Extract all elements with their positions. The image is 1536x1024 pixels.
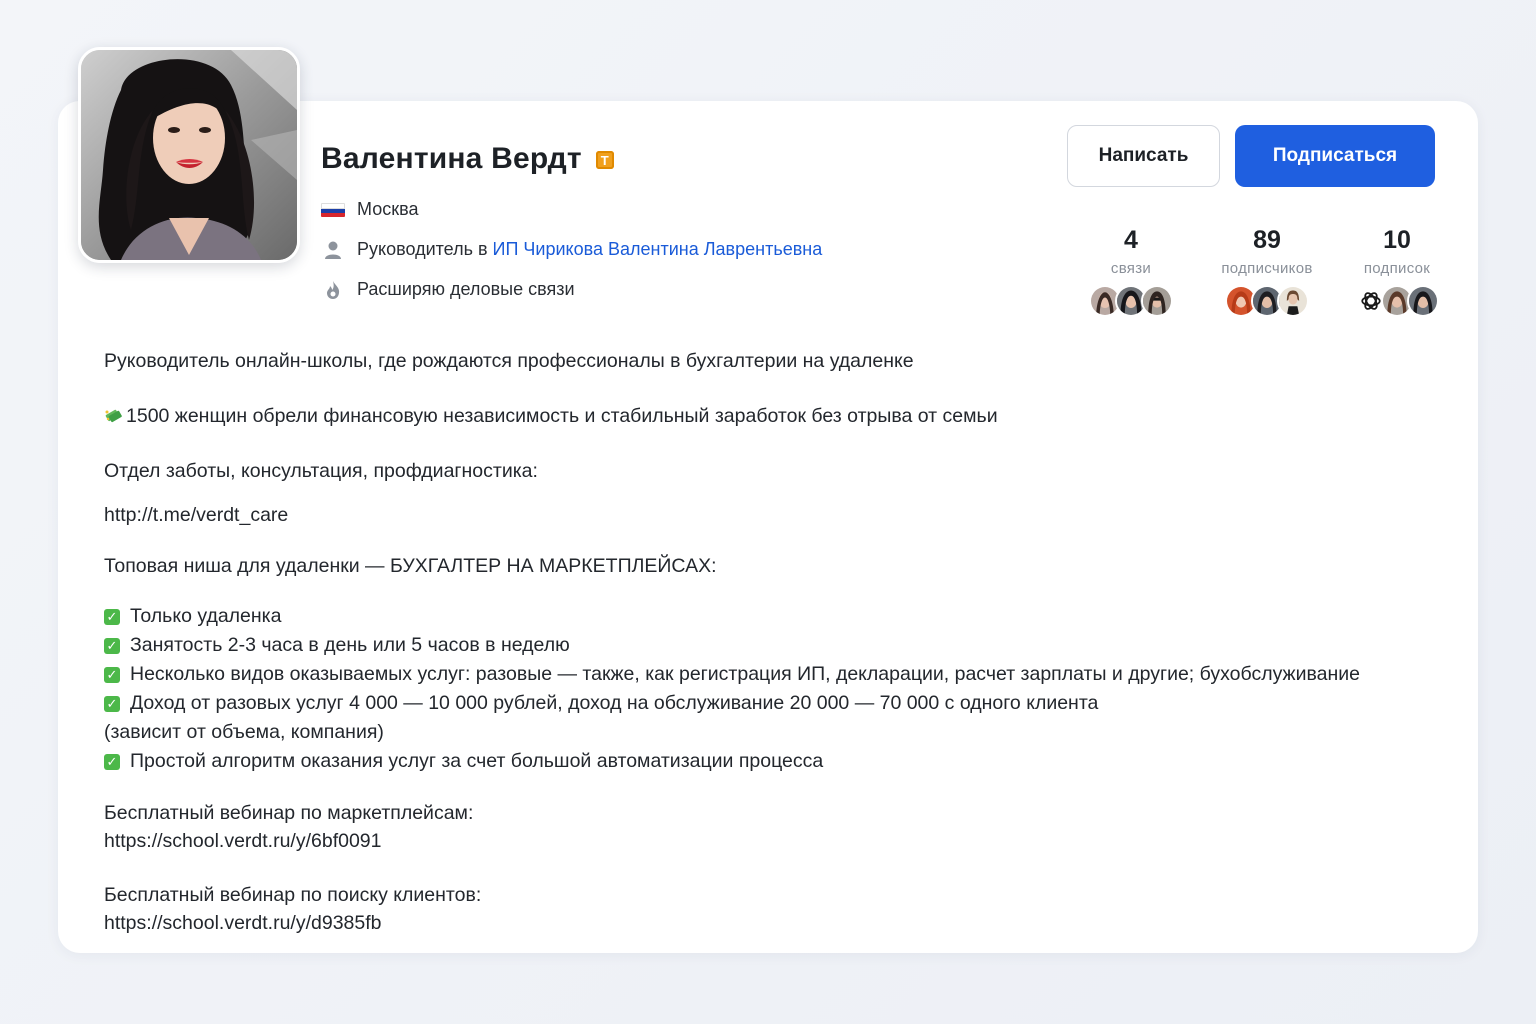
stat-subscriptions-value: 10 xyxy=(1383,226,1411,254)
checkmark-icon: ✓ xyxy=(104,696,120,712)
care-link[interactable]: http://t.me/verdt_care xyxy=(104,504,288,527)
stat-subscriptions[interactable]: 10 подписок xyxy=(1332,224,1462,317)
stat-followers-value: 89 xyxy=(1253,226,1281,254)
checkmark-icon: ✓ xyxy=(104,754,120,770)
checkmark-icon: ✓ xyxy=(104,609,120,625)
stat-connections-value: 4 xyxy=(1124,226,1138,254)
list-item-text: Несколько видов оказываемых услуг: разов… xyxy=(130,663,1360,685)
profile-name: Валентина Вердт xyxy=(321,142,582,175)
avatar[interactable] xyxy=(1141,285,1173,317)
list-item: ✓ Занятость 2-3 часа в день или 5 часов в… xyxy=(104,634,570,657)
subscribe-button[interactable]: Подписаться xyxy=(1235,125,1435,187)
list-item-continuation: (зависит от объема, компания) xyxy=(104,721,384,743)
job-role-label: Руководитель в xyxy=(357,239,488,259)
stat-followers[interactable]: 89 подписчиков xyxy=(1202,224,1332,317)
write-message-button[interactable]: Написать xyxy=(1067,125,1220,187)
profile-avatar[interactable] xyxy=(78,47,300,263)
webinar-link[interactable]: https://school.verdt.ru/y/6bf0091 xyxy=(104,830,382,853)
goal-label: Расширяю деловые связи xyxy=(357,279,575,299)
profile-header: Валентина Вердт T xyxy=(321,142,614,176)
bio-line: Отдел заботы, консультация, профдиагност… xyxy=(104,460,538,482)
followers-avatars xyxy=(1202,285,1332,317)
city-row: Москва xyxy=(321,199,418,220)
avatar-photo xyxy=(81,50,297,260)
money-icon xyxy=(104,406,122,423)
checkmark-icon: ✓ xyxy=(104,638,120,654)
premium-badge-icon[interactable]: T xyxy=(595,151,614,169)
list-item-text: Простой алгоритм оказания услуг за счет … xyxy=(130,750,824,772)
list-item-text: Доход от разовых услуг 4 000 — 10 000 ру… xyxy=(130,692,1099,714)
stat-subscriptions-label: подписок xyxy=(1363,260,1431,277)
stat-connections[interactable]: 4 связи xyxy=(1066,224,1196,317)
russia-flag-icon xyxy=(321,200,345,220)
stat-connections-label: связи xyxy=(1110,260,1152,277)
webinar-link[interactable]: https://school.verdt.ru/y/d9385fb xyxy=(104,912,382,935)
webinar-title: Бесплатный вебинар по поиску клиентов: xyxy=(104,884,482,906)
list-item: ✓ Доход от разовых услуг 4 000 — 10 000 р… xyxy=(104,692,1098,715)
connections-avatars xyxy=(1066,285,1196,317)
list-item-text: Только удаленка xyxy=(130,605,282,627)
checkmark-icon: ✓ xyxy=(104,667,120,683)
bio-line: Руководитель онлайн-школы, где рождаются… xyxy=(104,350,914,372)
bio-text: 1500 женщин обрели финансовую независимо… xyxy=(126,405,998,427)
subscriptions-avatars xyxy=(1332,285,1462,317)
list-item-text: Занятость 2-3 часа в день или 5 часов в … xyxy=(130,634,570,656)
list-item: ✓ Несколько видов оказываемых услуг: разо… xyxy=(104,663,1360,686)
goal-row: Расширяю деловые связи xyxy=(321,279,575,300)
city-label: Москва xyxy=(357,199,419,219)
company-link[interactable]: ИП Чирикова Валентина Лаврентьевна xyxy=(493,239,823,259)
bio-line: Топовая ниша для удаленки — БУХГАЛТЕР НА… xyxy=(104,555,717,577)
stat-followers-label: подписчиков xyxy=(1221,260,1313,277)
bio-line: 1500 женщин обрели финансовую независимо… xyxy=(104,405,998,428)
avatar[interactable] xyxy=(1277,285,1309,317)
webinar-title: Бесплатный вебинар по маркетплейсам: xyxy=(104,802,474,824)
list-item: ✓ Только удаленка xyxy=(104,605,281,628)
list-item: ✓ Простой алгоритм оказания услуг за счет… xyxy=(104,750,823,773)
job-row: Руководитель в ИП Чирикова Валентина Лав… xyxy=(321,239,822,260)
avatar[interactable] xyxy=(1407,285,1439,317)
person-icon xyxy=(321,240,345,260)
flame-icon xyxy=(321,280,345,300)
